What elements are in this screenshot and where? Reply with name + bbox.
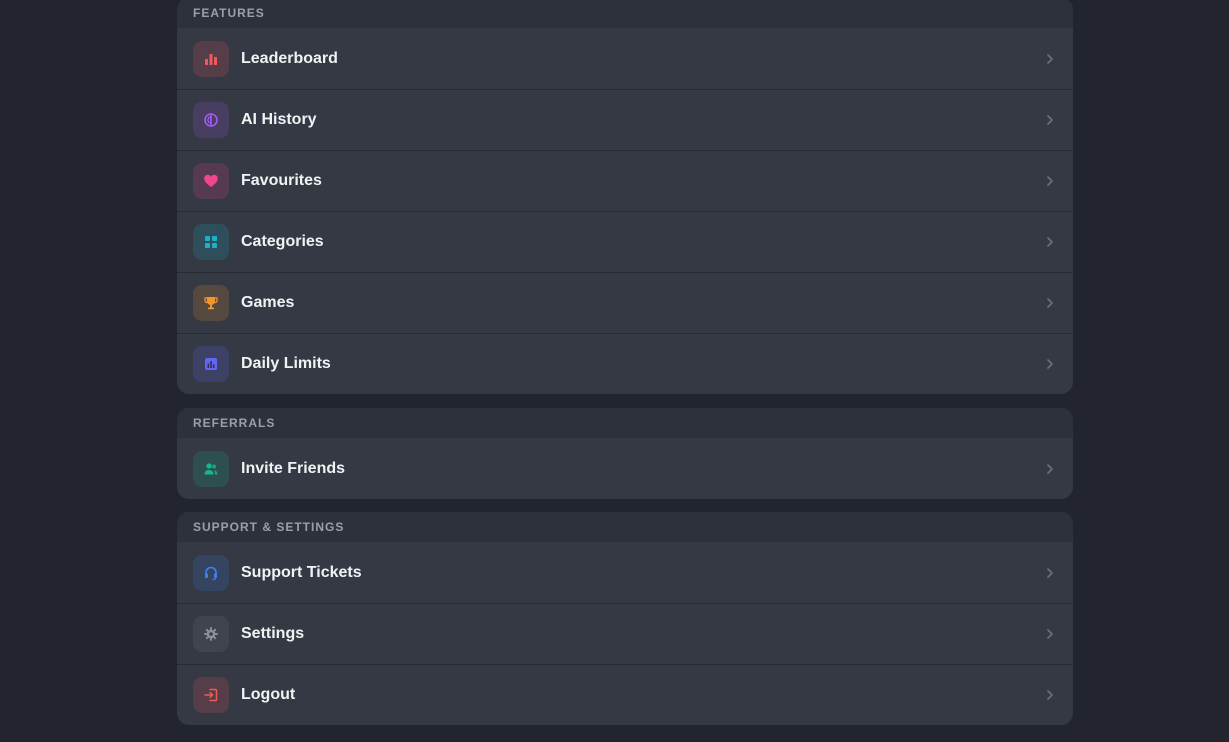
section-title: REFERRALS — [193, 416, 276, 430]
brain-icon — [193, 102, 229, 138]
chevron-right-icon — [1045, 358, 1055, 370]
features-section: FEATURES Leaderboard AI History Favourit… — [177, 0, 1073, 394]
support-settings-section-header: SUPPORT & SETTINGS — [177, 512, 1073, 542]
ai-history-label: AI History — [241, 111, 317, 128]
support-tickets-label: Support Tickets — [241, 563, 362, 581]
settings-item[interactable]: Settings — [177, 603, 1073, 664]
invite-friends-label: Invite Friends — [241, 459, 346, 477]
settings-label: Settings — [241, 625, 305, 642]
categories-item[interactable]: Categories — [177, 211, 1073, 272]
menu-page: FEATURES Leaderboard AI History Favourit… — [0, 0, 1229, 742]
chart-square-icon — [193, 346, 229, 382]
support-settings-section: SUPPORT & SETTINGS Support Tickets Setti… — [177, 512, 1073, 725]
features-section-header: FEATURES — [177, 0, 1073, 28]
referrals-section-header: REFERRALS — [177, 408, 1073, 438]
support-tickets-item[interactable]: Support Tickets — [177, 542, 1073, 603]
bar-chart-icon — [193, 40, 229, 77]
heart-icon — [193, 163, 229, 199]
logout-icon — [193, 677, 229, 713]
ai-history-item[interactable]: AI History — [177, 89, 1073, 150]
chevron-right-icon — [1045, 463, 1055, 475]
leaderboard-item[interactable]: Leaderboard — [177, 28, 1073, 89]
gear-icon — [193, 616, 229, 652]
games-label: Games — [241, 294, 295, 311]
users-icon — [193, 450, 229, 487]
grid-icon — [193, 224, 229, 260]
chevron-right-icon — [1045, 567, 1055, 579]
daily-limits-item[interactable]: Daily Limits — [177, 333, 1073, 394]
headset-icon — [193, 554, 229, 591]
chevron-right-icon — [1045, 175, 1055, 187]
favourites-item[interactable]: Favourites — [177, 150, 1073, 211]
chevron-right-icon — [1045, 236, 1055, 248]
categories-label: Categories — [241, 233, 324, 250]
chevron-right-icon — [1045, 628, 1055, 640]
section-title: FEATURES — [193, 6, 265, 20]
games-item[interactable]: Games — [177, 272, 1073, 333]
chevron-right-icon — [1045, 53, 1055, 65]
logout-item[interactable]: Logout — [177, 664, 1073, 725]
logout-label: Logout — [241, 686, 296, 703]
chevron-right-icon — [1045, 114, 1055, 126]
chevron-right-icon — [1045, 297, 1055, 309]
daily-limits-label: Daily Limits — [241, 355, 331, 372]
favourites-label: Favourites — [241, 172, 322, 189]
leaderboard-label: Leaderboard — [241, 49, 338, 67]
trophy-icon — [193, 285, 229, 321]
referrals-section: REFERRALS Invite Friends — [177, 408, 1073, 499]
invite-friends-item[interactable]: Invite Friends — [177, 438, 1073, 499]
section-title: SUPPORT & SETTINGS — [193, 520, 345, 534]
chevron-right-icon — [1045, 689, 1055, 701]
